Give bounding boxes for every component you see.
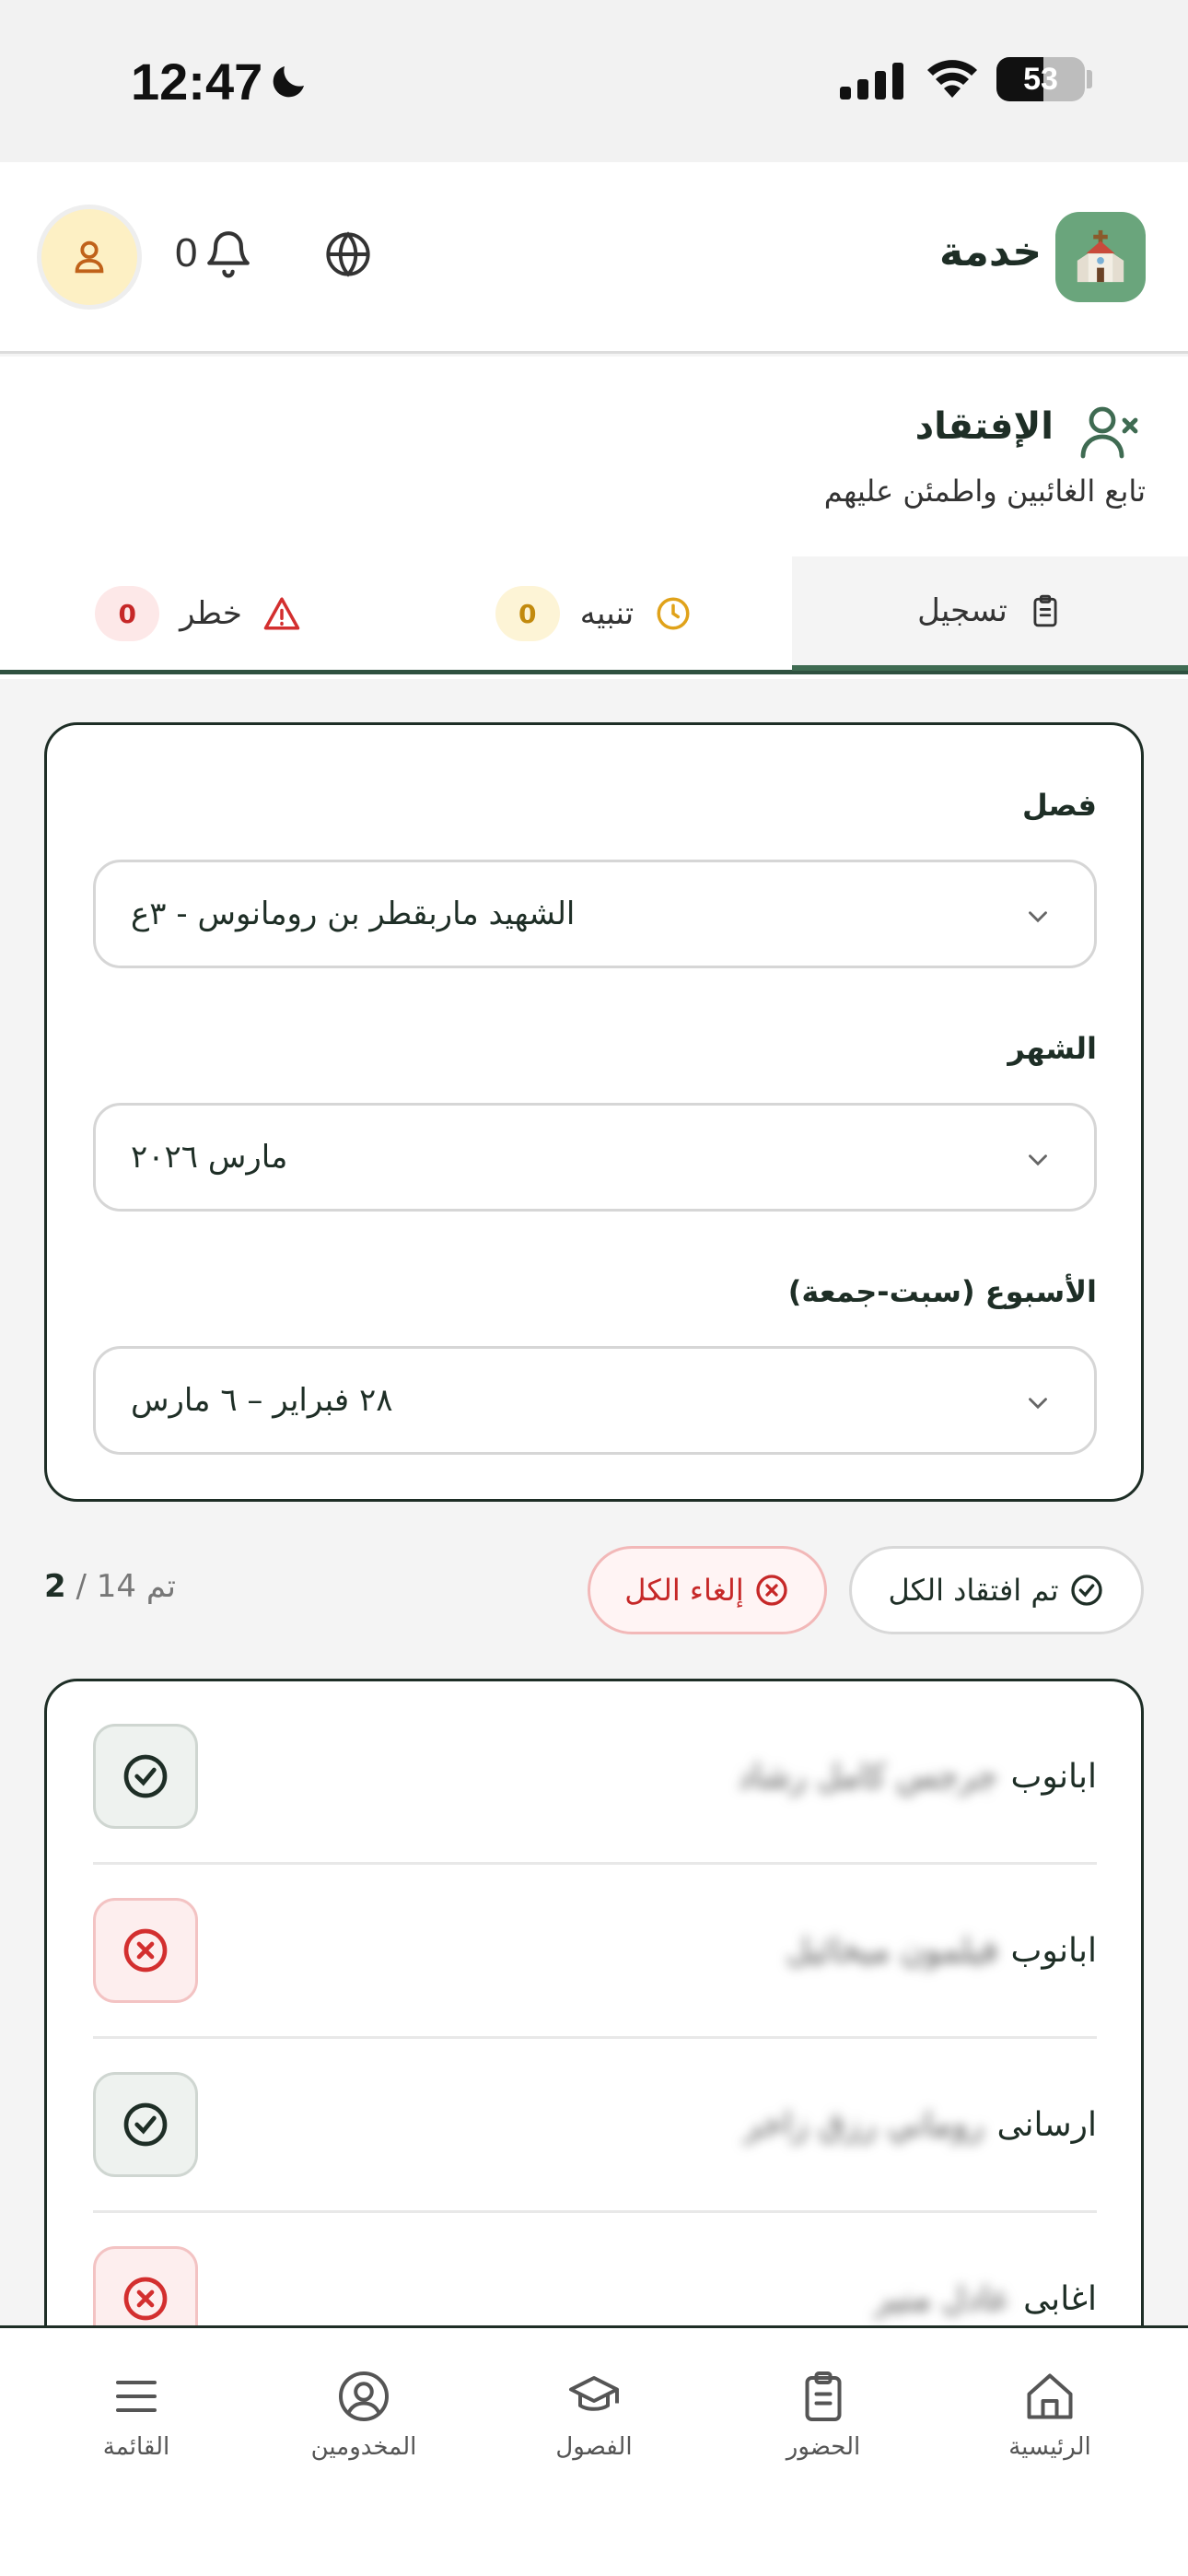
language-globe-icon[interactable] [324, 230, 372, 278]
class-select-value: الشهيد ماربقطر بن رومانوس - ٣ع [131, 896, 576, 932]
nav-members[interactable]: المخدومين [272, 2369, 456, 2461]
member-first-name: اغابى [1023, 2279, 1097, 2318]
list-item: ارسانى روماني رزق زاخر [93, 2039, 1097, 2213]
clock-icon [657, 597, 690, 630]
member-surname-blurred: جرجس كامل رشاد [738, 1757, 998, 1796]
tab-alert[interactable]: تنبيه 0 [396, 556, 792, 671]
home-icon [1027, 2373, 1073, 2419]
week-label: الأسبوع (سبت-جمعة) [787, 1274, 1097, 1309]
filter-card: فصل الشهيد ماربقطر بن رومانوس - ٣ع الشهر… [44, 722, 1144, 1502]
nav-classes[interactable]: الفصول [502, 2369, 686, 2461]
month-label: الشهر [1007, 1031, 1097, 1066]
nav-menu-label: القائمة [102, 2433, 170, 2461]
profile-avatar-button[interactable] [37, 205, 142, 310]
church-icon [1077, 229, 1124, 283]
tab-alert-label: تنبيه [579, 595, 635, 632]
danger-count-badge: 0 [95, 586, 160, 641]
month-select[interactable]: مارس ٢٠٢٦ [93, 1103, 1097, 1212]
user-x-icon [1080, 406, 1138, 459]
member-first-name: ارسانى [996, 2105, 1097, 2144]
user-icon [75, 240, 104, 274]
visited-toggle-button[interactable] [93, 1724, 198, 1829]
x-circle-icon [123, 1928, 168, 1973]
battery-percent: 53 [1023, 61, 1058, 97]
member-surname-blurred: عادل منير [875, 2279, 1011, 2318]
check-circle-icon [1070, 1575, 1102, 1606]
x-circle-icon [123, 2277, 168, 2321]
bell-icon[interactable] [203, 225, 254, 280]
wifi-icon [927, 60, 977, 98]
tab-bar: تسجيل تنبيه 0 خطر 0 [0, 556, 1188, 674]
member-first-name: ابانوب [1010, 1757, 1098, 1796]
member-name: ابانوب جرجس كامل رشاد [738, 1691, 1097, 1862]
notification-count: 0 [175, 230, 198, 275]
week-select-value: ٢٨ فبراير – ٦ مارس [131, 1382, 393, 1419]
not-visited-toggle-button[interactable] [93, 1898, 198, 2003]
progress-done: 2 [44, 1568, 66, 1605]
cellular-signal-icon [840, 63, 903, 100]
church-logo[interactable] [1055, 212, 1146, 302]
chevron-down-icon [1029, 1398, 1047, 1410]
member-first-name: ابانوب [1010, 1931, 1098, 1970]
alert-count-badge: 0 [495, 586, 560, 641]
tab-danger[interactable]: خطر 0 [0, 556, 396, 671]
battery-indicator: 53 [996, 57, 1085, 101]
mark-all-button[interactable]: تم افتقاد الكل [849, 1546, 1144, 1634]
moon-icon [273, 66, 304, 98]
chevron-down-icon [1029, 911, 1047, 923]
class-select[interactable]: الشهيد ماربقطر بن رومانوس - ٣ع [93, 860, 1097, 968]
check-circle-icon [123, 1754, 168, 1798]
nav-attendance[interactable]: الحضور [731, 2369, 915, 2461]
member-surname-blurred: فيلمون ميخائيل [786, 1931, 998, 1970]
class-label: فصل [1021, 788, 1097, 823]
month-select-value: مارس ٢٠٢٦ [131, 1139, 288, 1176]
cancel-all-button[interactable]: إلغاء الكل [588, 1546, 827, 1634]
progress-total: / 14 تم [76, 1568, 176, 1605]
progress-counter: 2 / 14 تم [44, 1568, 176, 1605]
member-name: ارسانى روماني رزق زاخر [744, 2039, 1097, 2210]
week-select[interactable]: ٢٨ فبراير – ٦ مارس [93, 1346, 1097, 1455]
tab-danger-label: خطر [180, 595, 242, 632]
nav-home-label: الرئيسية [1008, 2433, 1091, 2461]
chevron-down-icon [1029, 1154, 1047, 1166]
nav-home[interactable]: الرئيسية [958, 2369, 1142, 2461]
nav-menu[interactable]: القائمة [44, 2369, 228, 2461]
tab-record-label: تسجيل [917, 592, 1007, 629]
page-title: الإفتقاد [914, 405, 1054, 448]
x-circle-icon [756, 1575, 787, 1606]
menu-icon [116, 2381, 157, 2412]
clipboard-icon [805, 2371, 842, 2421]
page-subtitle: تابع الغائبين واطمئن عليهم [823, 474, 1146, 509]
mark-all-label: تم افتقاد الكل [888, 1573, 1059, 1608]
clipboard-icon [1033, 594, 1057, 627]
visited-toggle-button[interactable] [93, 2072, 198, 2177]
member-name: ابانوب فيلمون ميخائيل [786, 1865, 1097, 2036]
battery-tip [1087, 70, 1092, 88]
check-circle-icon [123, 2102, 168, 2147]
graduation-cap-icon [569, 2376, 619, 2411]
bottom-navigation: الرئيسية الحضور الفصول المخدومين القائمة [0, 2325, 1188, 2576]
nav-members-label: المخدومين [310, 2433, 417, 2461]
warning-icon [263, 597, 300, 630]
nav-attendance-label: الحضور [786, 2433, 861, 2461]
brand-name: خدمة [939, 228, 1042, 275]
list-item: ابانوب فيلمون ميخائيل [93, 1865, 1097, 2039]
member-surname-blurred: روماني رزق زاخر [744, 2105, 984, 2144]
user-circle-icon [339, 2371, 389, 2421]
list-item: ابانوب جرجس كامل رشاد [93, 1691, 1097, 1865]
status-time: 12:47 [131, 53, 263, 111]
cancel-all-label: إلغاء الكل [624, 1573, 744, 1608]
nav-classes-label: الفصول [555, 2433, 633, 2461]
tab-record[interactable]: تسجيل [792, 556, 1188, 671]
